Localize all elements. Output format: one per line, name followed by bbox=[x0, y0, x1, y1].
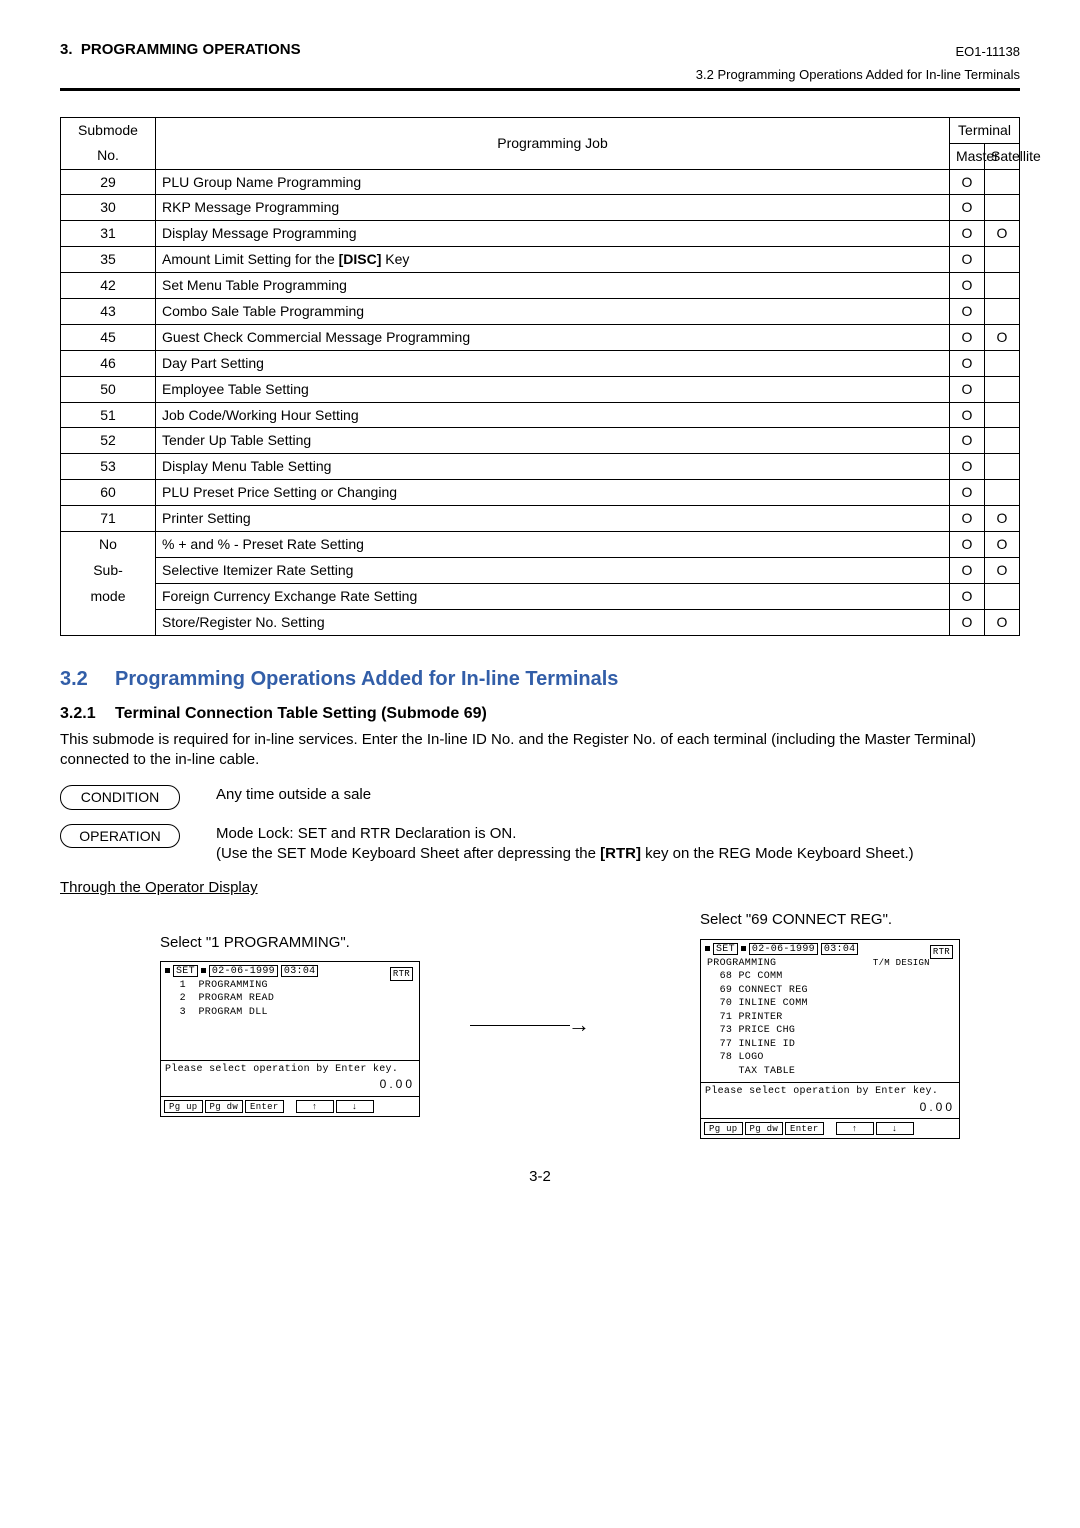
screen-button[interactable]: ↑ bbox=[836, 1122, 874, 1135]
table-row: Sub-Selective Itemizer Rate SettingOO bbox=[61, 557, 1020, 583]
screen-line: 78 LOGO bbox=[707, 1051, 953, 1065]
status-set: SET bbox=[173, 965, 198, 977]
screen-line: 69 CONNECT REG bbox=[707, 984, 953, 998]
arrow-icon: → bbox=[460, 1010, 600, 1040]
right-col: Select "69 CONNECT REG". SET 02-06-1999 … bbox=[600, 910, 1000, 1138]
screen-line: 71 PRINTER bbox=[707, 1011, 953, 1025]
section-3-2-heading: 3.2Programming Operations Added for In-l… bbox=[60, 666, 1020, 693]
rtr-badge: RTR bbox=[390, 967, 413, 981]
chapter-num: 3. bbox=[60, 41, 73, 58]
section-num: 3.2 bbox=[60, 666, 115, 693]
table-row: 52Tender Up Table SettingO bbox=[61, 428, 1020, 454]
screen-button[interactable]: Pg dw bbox=[745, 1122, 784, 1135]
th-submode: Submode bbox=[78, 122, 138, 138]
table-row: 60PLU Preset Price Setting or ChangingO bbox=[61, 480, 1020, 506]
operation-text: Mode Lock: SET and RTR Declaration is ON… bbox=[216, 824, 1020, 865]
status-date: 02-06-1999 bbox=[209, 965, 278, 977]
screen-button[interactable]: Pg dw bbox=[205, 1100, 244, 1113]
table-row: 42Set Menu Table ProgrammingO bbox=[61, 273, 1020, 299]
section-3-2-1-heading: 3.2.1Terminal Connection Table Setting (… bbox=[60, 703, 1020, 725]
subsection-body: This submode is required for in-line ser… bbox=[60, 730, 1020, 771]
subsection-num: 3.2.1 bbox=[60, 703, 115, 725]
left-amount: 0.00 bbox=[380, 1076, 415, 1092]
dot-icon bbox=[201, 968, 206, 973]
screen-button[interactable]: ↓ bbox=[876, 1122, 914, 1135]
screen-button[interactable]: Enter bbox=[245, 1100, 284, 1113]
screen-line: 1 PROGRAMMING bbox=[167, 979, 413, 993]
table-row: 71Printer SettingOO bbox=[61, 506, 1020, 532]
operation-pill: OPERATION bbox=[60, 824, 180, 849]
right-title: PROGRAMMING bbox=[707, 957, 776, 971]
screen-line: 70 INLINE COMM bbox=[707, 997, 953, 1011]
table-row: 29PLU Group Name ProgrammingO bbox=[61, 169, 1020, 195]
table-row: 45Guest Check Commercial Message Program… bbox=[61, 324, 1020, 350]
th-no: No. bbox=[97, 147, 119, 163]
screens-row: Select "1 PROGRAMMING". SET 02-06-1999 0… bbox=[60, 910, 1020, 1138]
left-prompt: Please select operation by Enter key. bbox=[165, 1064, 398, 1075]
rtr-badge: RTR bbox=[930, 945, 953, 959]
table-row: Store/Register No. SettingOO bbox=[61, 609, 1020, 635]
table-row: 31Display Message ProgrammingOO bbox=[61, 221, 1020, 247]
section-title: Programming Operations Added for In-line… bbox=[115, 668, 618, 690]
right-prompt: Please select operation by Enter key. bbox=[705, 1086, 938, 1097]
table-row: 46Day Part SettingO bbox=[61, 350, 1020, 376]
table-row: 43Combo Sale Table ProgrammingO bbox=[61, 299, 1020, 325]
status-time: 03:04 bbox=[281, 965, 319, 977]
table-row: 51Job Code/Working Hour SettingO bbox=[61, 402, 1020, 428]
subsection-title: Terminal Connection Table Setting (Submo… bbox=[115, 705, 487, 722]
programming-table: Submode Programming Job Terminal No. Mas… bbox=[60, 117, 1020, 636]
dot-icon bbox=[741, 946, 746, 951]
screen-line: 77 INLINE ID bbox=[707, 1038, 953, 1052]
dot-icon bbox=[705, 946, 710, 951]
table-row: 50Employee Table SettingO bbox=[61, 376, 1020, 402]
condition-row: CONDITION Any time outside a sale bbox=[60, 785, 1020, 810]
through-display: Through the Operator Display bbox=[60, 878, 1020, 898]
operation-row: OPERATION Mode Lock: SET and RTR Declara… bbox=[60, 824, 1020, 865]
right-caption: Select "69 CONNECT REG". bbox=[700, 910, 1000, 930]
status-date: 02-06-1999 bbox=[749, 943, 818, 955]
page-header: 3. PROGRAMMING OPERATIONS EO1-11138 bbox=[60, 40, 1020, 62]
left-col: Select "1 PROGRAMMING". SET 02-06-1999 0… bbox=[60, 933, 460, 1117]
header-rule bbox=[60, 88, 1020, 91]
chapter-title: PROGRAMMING OPERATIONS bbox=[81, 41, 301, 58]
screen-button[interactable]: ↑ bbox=[296, 1100, 334, 1113]
condition-text: Any time outside a sale bbox=[216, 785, 1020, 805]
table-row: 35Amount Limit Setting for the [DISC] Ke… bbox=[61, 247, 1020, 273]
left-caption: Select "1 PROGRAMMING". bbox=[160, 933, 460, 953]
table-row: 53Display Menu Table SettingO bbox=[61, 454, 1020, 480]
tm-design: T/M DESIGN bbox=[873, 957, 930, 969]
header-subtitle: 3.2 Programming Operations Added for In-… bbox=[60, 66, 1020, 84]
th-terminal: Terminal bbox=[958, 122, 1011, 138]
right-amount: 0.00 bbox=[920, 1099, 955, 1115]
left-screen: SET 02-06-1999 03:04 RTR 1 PROGRAMMING 2… bbox=[160, 961, 420, 1117]
screen-line: TAX TABLE bbox=[707, 1065, 953, 1079]
screen-button[interactable]: Pg up bbox=[704, 1122, 743, 1135]
screen-button[interactable]: ↓ bbox=[336, 1100, 374, 1113]
table-row: No% + and % - Preset Rate SettingOO bbox=[61, 532, 1020, 558]
screen-line: 2 PROGRAM READ bbox=[167, 992, 413, 1006]
status-set: SET bbox=[713, 943, 738, 955]
dot-icon bbox=[165, 968, 170, 973]
right-screen: SET 02-06-1999 03:04 RTR PROGRAMMING T/M… bbox=[700, 939, 960, 1139]
screen-line: 73 PRICE CHG bbox=[707, 1024, 953, 1038]
screen-line: 3 PROGRAM DLL bbox=[167, 1006, 413, 1020]
doc-number: EO1-11138 bbox=[955, 43, 1020, 61]
page-number: 3-2 bbox=[60, 1167, 1020, 1187]
table-row: 30RKP Message ProgrammingO bbox=[61, 195, 1020, 221]
screen-button[interactable]: Enter bbox=[785, 1122, 824, 1135]
table-row: modeForeign Currency Exchange Rate Setti… bbox=[61, 583, 1020, 609]
screen-line: 68 PC COMM bbox=[707, 970, 953, 984]
screen-button[interactable]: Pg up bbox=[164, 1100, 203, 1113]
status-time: 03:04 bbox=[821, 943, 859, 955]
th-satellite: Satellite bbox=[991, 148, 1041, 164]
th-job: Programming Job bbox=[497, 135, 608, 151]
condition-pill: CONDITION bbox=[60, 785, 180, 810]
